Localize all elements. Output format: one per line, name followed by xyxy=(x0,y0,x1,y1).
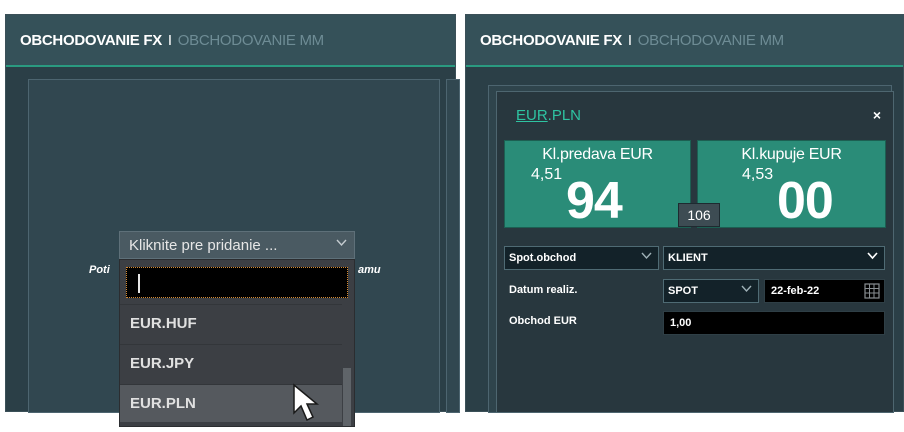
close-icon[interactable]: × xyxy=(873,107,881,123)
chevron-down-icon xyxy=(867,251,878,263)
trading-panel-right: OBCHODOVANIE FX I OBCHODOVANIE MM EUR.PL… xyxy=(465,14,904,413)
chevron-down-icon xyxy=(741,284,752,296)
panel-header: OBCHODOVANIE FX I OBCHODOVANIE MM xyxy=(466,15,903,67)
add-widget-label: Kliknite pre pridanie ... xyxy=(129,236,278,254)
sell-label: Kl.predava EUR xyxy=(542,146,653,163)
buy-price-prefix: 4,53 xyxy=(742,166,774,183)
dropdown-scrollbar[interactable] xyxy=(343,368,351,426)
hint-text-left: Poti xyxy=(89,264,110,276)
spread-badge: 106 xyxy=(678,203,720,227)
trade-type-value: Spot.obchod xyxy=(509,252,577,264)
sell-price-pips: 94 xyxy=(566,172,623,230)
sell-price-prefix: 4,51 xyxy=(531,166,563,183)
settlement-type-value: SPOT xyxy=(668,285,698,297)
client-select[interactable]: KLIENT xyxy=(663,246,885,270)
chevron-down-icon xyxy=(336,238,347,250)
calendar-icon[interactable] xyxy=(864,283,880,302)
buy-label: Kl.kupuje EUR xyxy=(741,146,842,163)
dropdown-search-input[interactable] xyxy=(126,267,348,298)
amount-input[interactable]: 1,00 xyxy=(663,311,885,335)
settlement-date-input[interactable]: 22-feb-22 xyxy=(764,279,885,303)
text-caret xyxy=(138,274,140,293)
dropdown-item-eur-huf[interactable]: EUR.HUF xyxy=(120,304,342,342)
tab-fx-trading[interactable]: OBCHODOVANIE FX xyxy=(20,32,162,49)
settlement-label: Datum realiz. xyxy=(509,284,578,296)
panel-header: OBCHODOVANIE FX I OBCHODOVANIE MM xyxy=(6,15,455,67)
buy-price-pips: 00 xyxy=(777,172,834,230)
buy-price-tile[interactable]: Kl.kupuje EUR 4,53 00 xyxy=(697,140,886,228)
dropdown-item-eur-jpy[interactable]: EUR.JPY xyxy=(120,344,342,382)
tab-separator: I xyxy=(167,31,172,49)
sell-price-tile[interactable]: Kl.predava EUR 4,51 94 xyxy=(504,140,691,228)
settlement-date-value: 22-feb-22 xyxy=(771,285,820,297)
currency-pair-title: EUR.PLN xyxy=(516,107,581,124)
fx-trade-widget: EUR.PLN × Kl.predava EUR 4,51 94 Kl.kupu… xyxy=(496,91,894,413)
hint-text-right: amu xyxy=(358,264,381,276)
tab-mm-trading[interactable]: OBCHODOVANIE MM xyxy=(178,32,324,49)
client-value: KLIENT xyxy=(668,252,708,264)
pair-base-link[interactable]: EUR xyxy=(516,107,548,124)
trade-type-select[interactable]: Spot.obchod xyxy=(504,246,659,270)
widget-slot-secondary xyxy=(446,79,460,413)
trading-panel-left: OBCHODOVANIE FX I OBCHODOVANIE MM Poti a… xyxy=(5,14,460,427)
pair-quote: .PLN xyxy=(547,107,582,124)
mouse-pointer-icon xyxy=(292,383,340,432)
amount-value: 1,00 xyxy=(670,317,692,329)
tab-separator: I xyxy=(627,31,632,49)
amount-label: Obchod EUR xyxy=(509,315,577,327)
tab-fx-trading[interactable]: OBCHODOVANIE FX xyxy=(480,32,622,49)
settlement-type-select[interactable]: SPOT xyxy=(663,279,759,303)
chevron-down-icon xyxy=(641,251,652,263)
add-widget-select[interactable]: Kliknite pre pridanie ... xyxy=(119,231,355,259)
tab-mm-trading[interactable]: OBCHODOVANIE MM xyxy=(638,32,784,49)
